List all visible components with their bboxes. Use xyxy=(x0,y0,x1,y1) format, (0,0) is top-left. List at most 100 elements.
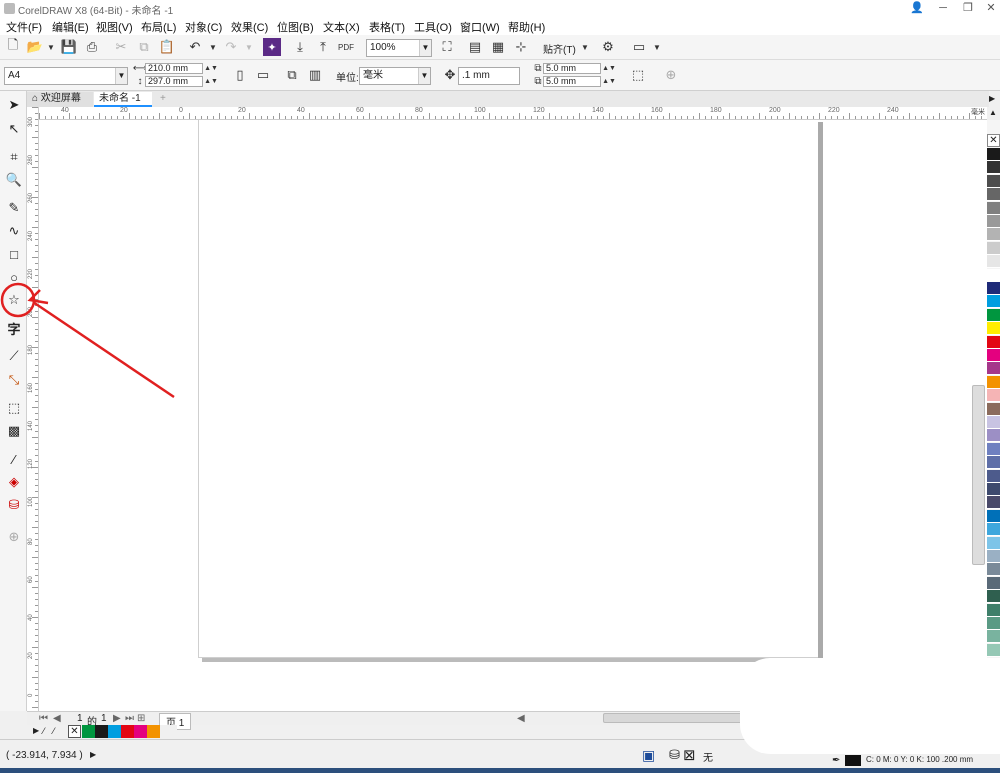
palette-swatch[interactable] xyxy=(987,496,1000,510)
menu-layout[interactable]: 布局(L) xyxy=(141,19,176,35)
palette-swatch[interactable] xyxy=(987,483,1000,496)
zoom-tool-icon[interactable]: 🔍 xyxy=(4,170,24,190)
application-launcher-icon[interactable]: ▭ xyxy=(630,38,648,56)
palette-swatch[interactable] xyxy=(987,255,1000,269)
vertical-scrollbar-thumb[interactable] xyxy=(972,385,985,565)
tab-document[interactable]: 未命名 -1 xyxy=(94,92,152,107)
palette-swatch[interactable] xyxy=(987,442,1000,456)
palette-swatch[interactable] xyxy=(987,576,1000,590)
palette-swatch[interactable] xyxy=(987,523,1000,537)
menu-view[interactable]: 视图(V) xyxy=(96,19,133,35)
menu-file[interactable]: 文件(F) xyxy=(6,19,42,35)
palette-swatch[interactable] xyxy=(987,536,1000,550)
page-size-dropdown-icon[interactable]: ▼ xyxy=(115,68,127,84)
menu-help[interactable]: 帮助(H) xyxy=(508,19,545,35)
doc-palette-swatch[interactable] xyxy=(134,725,147,738)
palette-swatch[interactable] xyxy=(987,241,1000,255)
pick-tool-icon[interactable]: ➤ xyxy=(4,95,24,115)
paste-icon[interactable]: 📋 xyxy=(158,38,176,56)
doc-palette-expand-icon[interactable]: ▶ xyxy=(33,726,39,735)
outline-pen-icon[interactable]: ✒ xyxy=(832,755,840,766)
zoom-dropdown-icon[interactable]: ▼ xyxy=(419,40,431,56)
launcher-dropdown-icon[interactable]: ▼ xyxy=(648,38,666,56)
palette-swatch[interactable] xyxy=(987,349,1000,362)
doc-palette-swatch[interactable] xyxy=(147,725,160,738)
export-icon[interactable]: ⤒ xyxy=(314,38,332,56)
page-height-field[interactable]: 297.0 mm xyxy=(145,76,203,87)
color-styles-icon[interactable]: ⁄ xyxy=(53,726,55,736)
palette-swatch[interactable] xyxy=(987,429,1000,443)
palette-swatch[interactable] xyxy=(987,308,1000,322)
palette-swatch[interactable] xyxy=(987,590,1000,604)
polygon-star-tool-icon[interactable]: ☆ xyxy=(4,290,24,310)
status-expand-icon[interactable]: ▶ xyxy=(90,750,96,759)
palette-swatch[interactable] xyxy=(987,295,1000,309)
undo-icon[interactable]: ↶ xyxy=(186,38,204,56)
palette-swatch[interactable] xyxy=(987,375,1000,389)
save-icon[interactable]: 💾 xyxy=(60,38,78,56)
search-content-icon[interactable]: ✦ xyxy=(263,38,281,56)
publish-pdf-icon[interactable]: PDF xyxy=(337,38,355,56)
menu-edit[interactable]: 编辑(E) xyxy=(52,19,89,35)
redo-icon[interactable]: ↷ xyxy=(222,38,240,56)
palette-swatch[interactable] xyxy=(987,161,1000,175)
document-page[interactable] xyxy=(198,120,818,658)
palette-swatch[interactable] xyxy=(987,643,1000,657)
current-page-icon[interactable]: ▥ xyxy=(306,66,324,84)
page-size-combo[interactable]: A4 ▼ xyxy=(4,67,128,85)
drop-shadow-tool-icon[interactable]: ⬚ xyxy=(4,398,24,418)
shape-tool-icon[interactable]: ↖ xyxy=(4,119,24,139)
crop-tool-icon[interactable]: ⌗ xyxy=(4,147,24,167)
palette-swatch[interactable] xyxy=(987,228,1000,242)
landscape-icon[interactable]: ▭ xyxy=(254,66,272,84)
interactive-fill-tool-icon[interactable]: ◈ xyxy=(4,472,24,492)
palette-swatch[interactable] xyxy=(987,563,1000,577)
height-spinner-icon[interactable]: ▲▼ xyxy=(204,75,218,87)
palette-swatch[interactable] xyxy=(987,550,1000,563)
nudge-distance-field[interactable]: .1 mm xyxy=(458,67,520,85)
palette-swatch[interactable] xyxy=(987,603,1000,617)
snap-to-button[interactable]: 贴齐(T) xyxy=(543,41,576,56)
snap-dropdown-icon[interactable]: ▼ xyxy=(576,38,594,56)
add-tool-icon[interactable]: ⊕ xyxy=(4,527,24,547)
smart-fill-tool-icon[interactable]: ⛁ xyxy=(4,495,24,515)
palette-swatch[interactable] xyxy=(987,617,1000,630)
palette-swatch[interactable] xyxy=(987,362,1000,376)
doc-palette-swatch[interactable] xyxy=(108,725,121,738)
palette-swatch[interactable] xyxy=(987,509,1000,523)
menu-bitmaps[interactable]: 位图(B) xyxy=(277,19,314,35)
vertical-ruler[interactable]: 300 280 260 240 220 200 180 160 140 120 100 80 60 40 2… xyxy=(27,107,39,711)
quick-customize-icon[interactable]: ⊕ xyxy=(662,66,680,84)
no-color-swatch[interactable]: ✕ xyxy=(987,134,1000,147)
palette-swatch[interactable] xyxy=(987,174,1000,188)
doc-no-color-swatch[interactable]: ✕ xyxy=(68,725,81,738)
eyedropper-tool-icon[interactable]: ⁄ xyxy=(4,449,24,469)
fill-bucket-icon[interactable]: ⛁ xyxy=(669,747,680,763)
undo-dropdown-icon[interactable]: ▼ xyxy=(204,38,222,56)
minimize-button[interactable]: ─ xyxy=(930,0,956,16)
bleed-icon[interactable]: ⬚ xyxy=(629,66,647,84)
print-icon[interactable]: ⎙ xyxy=(83,38,101,56)
menu-tools[interactable]: 工具(O) xyxy=(414,19,452,35)
palette-swatch[interactable] xyxy=(987,416,1000,429)
close-button[interactable]: ✕ xyxy=(978,0,1000,16)
options-gear-icon[interactable]: ⚙ xyxy=(599,38,617,56)
open-dropdown-icon[interactable]: ▼ xyxy=(42,38,60,56)
menu-object[interactable]: 对象(C) xyxy=(185,19,222,35)
zoom-level-combo[interactable]: 100% ▼ xyxy=(366,39,432,57)
redo-dropdown-icon[interactable]: ▼ xyxy=(240,38,258,56)
portrait-icon[interactable]: ▯ xyxy=(231,66,249,84)
new-tab-icon[interactable]: + xyxy=(155,92,171,107)
text-tool-icon[interactable]: 字 xyxy=(4,318,24,338)
palette-swatch[interactable] xyxy=(987,215,1000,228)
dup-y-spinner-icon[interactable]: ▲▼ xyxy=(602,75,616,87)
palette-swatch[interactable] xyxy=(987,148,1000,161)
doc-palette-swatch[interactable] xyxy=(82,725,95,738)
menu-table[interactable]: 表格(T) xyxy=(369,19,405,35)
width-spinner-icon[interactable]: ▲▼ xyxy=(204,62,218,74)
color-profile-icon[interactable]: ▣ xyxy=(642,747,655,764)
horizontal-scrollbar-thumb[interactable] xyxy=(603,713,743,723)
palette-swatch[interactable] xyxy=(987,389,1000,403)
artistic-media-tool-icon[interactable]: ∿ xyxy=(4,221,24,241)
menu-window[interactable]: 窗口(W) xyxy=(460,19,500,35)
